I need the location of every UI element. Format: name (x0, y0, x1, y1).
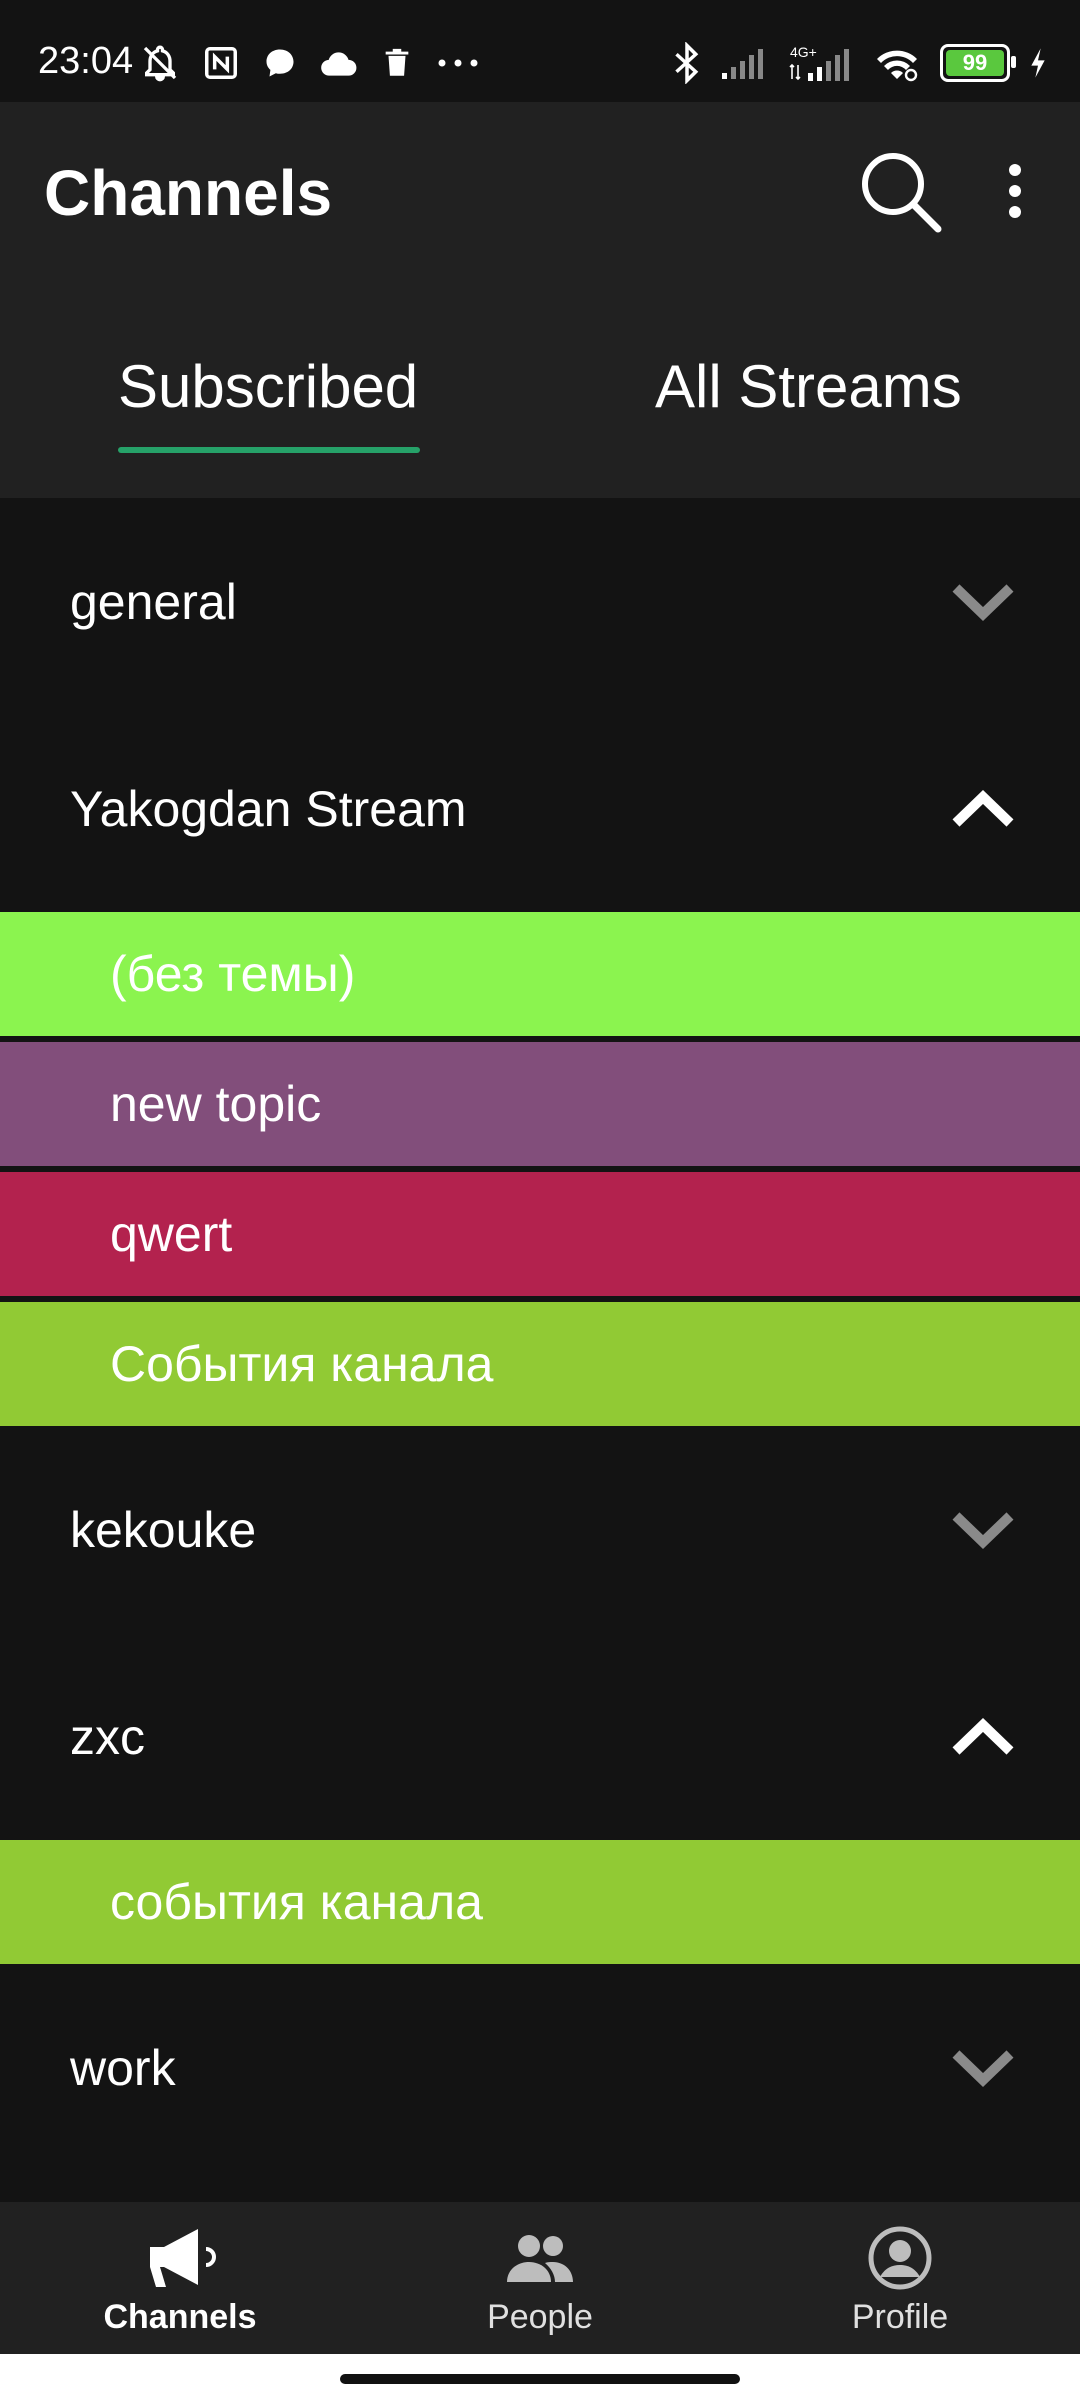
stream-row-yakogdan[interactable]: Yakogdan Stream (0, 705, 1080, 912)
charging-icon (1028, 47, 1048, 79)
more-dots-icon (436, 57, 480, 69)
stream-name: Yakogdan Stream (70, 780, 467, 837)
topic-row[interactable]: События канала (0, 1302, 1080, 1426)
topic-row[interactable]: события канала (0, 1840, 1080, 1964)
notifications-off-icon (140, 43, 180, 83)
nav-label: People (487, 2298, 593, 2336)
search-button[interactable] (855, 146, 945, 236)
battery-level: 99 (962, 50, 988, 75)
tab-subscribed[interactable]: Subscribed (118, 352, 418, 421)
people-icon (505, 2222, 575, 2294)
stream-name: kekouke (70, 1501, 257, 1558)
gesture-handle[interactable] (340, 2374, 740, 2384)
stream-row-kekouke[interactable]: kekouke (0, 1426, 1080, 1633)
profile-icon (867, 2222, 933, 2294)
battery-icon: 99 (940, 44, 1016, 82)
stream-name: zxc (70, 1708, 145, 1765)
chevron-down-icon[interactable] (952, 498, 1014, 705)
topic-row[interactable]: new topic (0, 1042, 1080, 1166)
page-title: Channels (44, 157, 333, 229)
status-bar: 23:04 4G+ 99 (0, 0, 1080, 102)
stream-row-work[interactable]: work (0, 1964, 1080, 2171)
chevron-up-icon[interactable] (952, 1633, 1014, 1840)
more-options-button[interactable] (990, 156, 1040, 236)
nav-people[interactable]: People (360, 2202, 720, 2354)
network-type-label: 4G+ (790, 44, 817, 60)
gesture-bar (0, 2354, 1080, 2400)
trash-icon (380, 45, 414, 81)
streams-list[interactable]: general Yakogdan Stream (без темы) new t… (0, 498, 1080, 2171)
chevron-down-icon[interactable] (952, 1964, 1014, 2171)
stream-row-zxc[interactable]: zxc (0, 1633, 1080, 1840)
cloud-icon (320, 47, 358, 79)
nav-label: Channels (103, 2298, 257, 2336)
more-vert-icon (1009, 164, 1021, 218)
topic-row[interactable]: qwert (0, 1172, 1080, 1296)
chevron-up-icon[interactable] (952, 705, 1014, 912)
status-right-icons: 4G+ 99 (672, 38, 1048, 88)
nav-profile[interactable]: Profile (720, 2202, 1080, 2354)
status-time: 23:04 (38, 40, 134, 82)
wifi-icon (872, 43, 922, 83)
signal-4g-icon: 4G+ (788, 43, 854, 83)
megaphone-icon (144, 2222, 216, 2294)
app-bar: Channels (0, 102, 1080, 498)
topic-row[interactable]: (без темы) (0, 912, 1080, 1036)
stream-name: work (70, 2039, 176, 2096)
tab-all-streams[interactable]: All Streams (655, 352, 962, 421)
stream-name: general (70, 573, 237, 630)
bottom-navigation: Channels People Profile (0, 2202, 1080, 2354)
bluetooth-icon (672, 42, 702, 84)
search-icon (862, 153, 942, 233)
chevron-down-icon[interactable] (952, 1426, 1014, 1633)
nav-channels[interactable]: Channels (0, 2202, 360, 2354)
nav-label: Profile (851, 2298, 949, 2336)
tab-selected-indicator (118, 447, 420, 453)
nfc-icon (202, 44, 240, 82)
chat-bubble-icon (262, 45, 298, 81)
signal-icon (720, 45, 770, 81)
stream-row-general[interactable]: general (0, 498, 1080, 705)
status-left-icons (140, 40, 480, 86)
